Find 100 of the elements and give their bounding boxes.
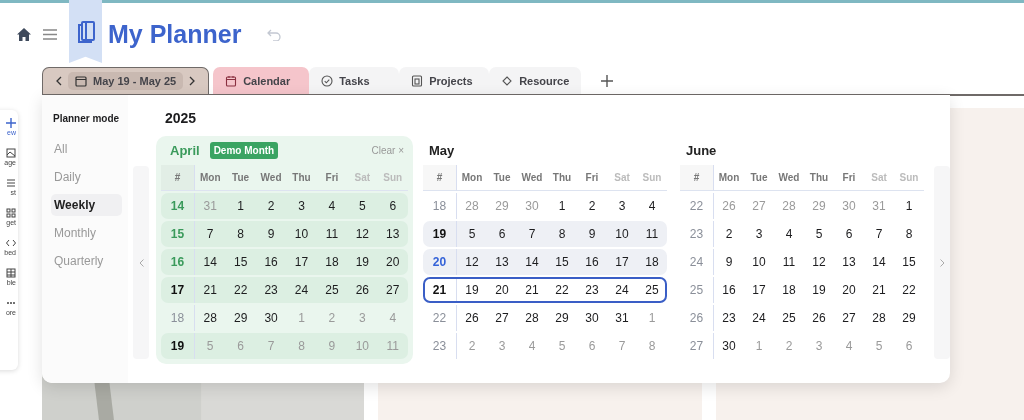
day-cell[interactable]: 26	[804, 305, 834, 331]
day-cell[interactable]: 23	[714, 305, 744, 331]
date-range-chip[interactable]: May 19 - May 25	[68, 72, 184, 90]
selected-week-row[interactable]: 21 19 20 21 22 23 24 25	[423, 277, 667, 303]
day-cell[interactable]: 27	[487, 305, 517, 331]
day-cell[interactable]: 11	[637, 221, 667, 247]
day-cell[interactable]: 17	[744, 277, 774, 303]
week-row[interactable]: 18 28 29 30 1 2 3 4	[161, 305, 408, 331]
day-cell[interactable]: 22	[894, 277, 924, 303]
day-cell[interactable]: 4	[637, 193, 667, 219]
day-cell[interactable]: 6	[487, 221, 517, 247]
day-cell[interactable]: 23	[577, 277, 607, 303]
day-cell[interactable]: 29	[225, 305, 256, 331]
day-cell[interactable]: 19	[457, 277, 487, 303]
mode-item[interactable]: Weekly	[51, 194, 122, 216]
week-row[interactable]: 15 7 8 9 10 11 12 13	[161, 221, 408, 247]
day-cell[interactable]: 7	[195, 221, 226, 247]
day-cell[interactable]: 30	[577, 305, 607, 331]
day-cell[interactable]: 11	[774, 249, 804, 275]
day-cell[interactable]: 28	[864, 305, 894, 331]
day-cell[interactable]: 5	[347, 193, 378, 219]
day-cell[interactable]: 30	[255, 305, 287, 331]
day-cell[interactable]: 8	[894, 221, 924, 247]
day-cell[interactable]: 29	[894, 305, 924, 331]
day-cell[interactable]: 10	[286, 221, 317, 247]
day-cell[interactable]: 3	[607, 193, 637, 219]
day-cell[interactable]: 14	[517, 249, 547, 275]
day-cell[interactable]: 21	[517, 277, 547, 303]
week-row[interactable]: 23 2 3 4 5 6 7 8	[680, 221, 924, 247]
chevron-right-icon[interactable]	[189, 76, 197, 86]
day-cell[interactable]: 26	[347, 277, 378, 303]
day-cell[interactable]: 13	[377, 221, 408, 247]
day-cell[interactable]: 1	[894, 193, 924, 219]
day-cell[interactable]: 13	[487, 249, 517, 275]
day-cell[interactable]: 8	[547, 221, 577, 247]
day-cell[interactable]: 20	[487, 277, 517, 303]
day-cell[interactable]: 28	[195, 305, 226, 331]
day-cell[interactable]: 14	[864, 249, 894, 275]
day-cell[interactable]: 2	[255, 193, 287, 219]
day-cell[interactable]: 15	[894, 249, 924, 275]
day-cell[interactable]: 7	[864, 221, 894, 247]
day-cell[interactable]: 12	[804, 249, 834, 275]
day-cell[interactable]: 19	[804, 277, 834, 303]
day-cell[interactable]: 21	[864, 277, 894, 303]
day-cell[interactable]: 25	[637, 277, 667, 303]
day-cell[interactable]: 20	[377, 249, 408, 275]
day-cell[interactable]: 22	[225, 277, 256, 303]
day-cell[interactable]: 11	[316, 221, 348, 247]
day-cell[interactable]: 15	[547, 249, 577, 275]
week-row[interactable]: 26 23 24 25 26 27 28 29	[680, 305, 924, 331]
day-cell[interactable]: 10	[607, 221, 637, 247]
day-cell[interactable]: 16	[255, 249, 287, 275]
day-cell[interactable]: 13	[834, 249, 864, 275]
day-cell[interactable]: 23	[255, 277, 287, 303]
day-cell[interactable]: 9	[577, 221, 607, 247]
week-row[interactable]: 24 9 10 11 12 13 14 15	[680, 249, 924, 275]
tab[interactable]: Projects	[399, 67, 490, 94]
day-cell[interactable]: 7	[517, 221, 547, 247]
day-cell[interactable]: 18	[774, 277, 804, 303]
day-cell[interactable]: 22	[547, 277, 577, 303]
day-cell[interactable]: 9	[255, 221, 287, 247]
day-cell[interactable]: 24	[286, 277, 317, 303]
day-cell[interactable]: 20	[834, 277, 864, 303]
week-row[interactable]: 17 21 22 23 24 25 26 27	[161, 277, 408, 303]
day-cell[interactable]: 17	[286, 249, 317, 275]
day-cell[interactable]: 1	[225, 193, 256, 219]
tab[interactable]: Tasks	[309, 67, 400, 94]
day-cell[interactable]: 12	[347, 221, 378, 247]
home-icon[interactable]	[17, 28, 31, 41]
day-cell[interactable]: 16	[577, 249, 607, 275]
day-cell[interactable]: 29	[547, 305, 577, 331]
chevron-left-icon[interactable]	[55, 76, 62, 86]
day-cell[interactable]: 27	[834, 305, 864, 331]
week-row[interactable]: 16 14 15 16 17 18 19 20	[161, 249, 408, 275]
week-row[interactable]: 27 30 1 2 3 4 5 6	[680, 333, 924, 359]
week-row[interactable]: 18 28 29 30 1 2 3 4	[423, 193, 667, 219]
day-cell[interactable]: 21	[195, 277, 226, 303]
day-cell[interactable]: 9	[714, 249, 744, 275]
day-cell[interactable]: 2	[577, 193, 607, 219]
week-row[interactable]: 22 26 27 28 29 30 31 1	[423, 305, 667, 331]
day-cell[interactable]: 10	[744, 249, 774, 275]
day-cell[interactable]: 4	[774, 221, 804, 247]
date-range-tab[interactable]: May 19 - May 25	[42, 67, 210, 94]
day-cell[interactable]: 28	[517, 305, 547, 331]
day-cell[interactable]: 3	[744, 221, 774, 247]
week-row[interactable]: 20 12 13 14 15 16 17 18	[423, 249, 667, 275]
day-cell[interactable]: 25	[774, 305, 804, 331]
day-cell[interactable]: 1	[547, 193, 577, 219]
day-cell[interactable]: 2	[714, 221, 744, 247]
week-row[interactable]: 14 31 1 2 3 4 5 6	[161, 193, 408, 219]
day-cell[interactable]: 19	[347, 249, 378, 275]
menu-icon[interactable]	[43, 29, 57, 40]
day-cell[interactable]: 4	[316, 193, 348, 219]
day-cell[interactable]: 18	[316, 249, 348, 275]
day-cell[interactable]: 14	[195, 249, 226, 275]
day-cell[interactable]: 30	[714, 333, 744, 359]
day-cell[interactable]: 26	[457, 305, 487, 331]
day-cell[interactable]: 5	[457, 221, 487, 247]
day-cell[interactable]: 16	[714, 277, 744, 303]
day-cell[interactable]: 24	[607, 277, 637, 303]
